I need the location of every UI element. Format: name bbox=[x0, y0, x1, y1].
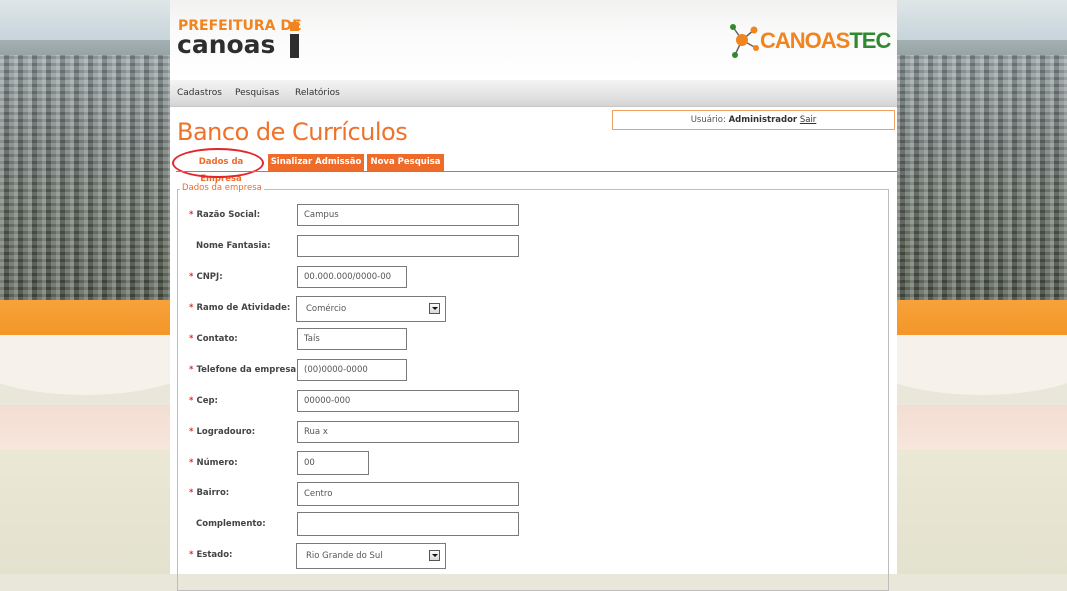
cnpj-input[interactable]: 00.000.000/0000-00 bbox=[297, 266, 407, 288]
tab-divider bbox=[176, 171, 897, 172]
estado-select[interactable]: Rio Grande do Sul bbox=[296, 543, 446, 569]
tab-sinalizar-admissao[interactable]: Sinalizar Admissão bbox=[268, 154, 364, 171]
menu-item-pesquisas[interactable]: Pesquisas bbox=[235, 88, 279, 98]
logradouro-input[interactable]: Rua x bbox=[297, 421, 519, 443]
canoastec-logo-text: CANOASTEC bbox=[760, 28, 891, 53]
telefone-input[interactable]: (00)0000-0000 bbox=[297, 359, 407, 381]
required-marker: * bbox=[189, 210, 194, 220]
required-marker: * bbox=[189, 272, 194, 282]
required-marker: * bbox=[189, 458, 194, 468]
label-nome-fantasia: Nome Fantasia: bbox=[196, 241, 271, 251]
required-marker: * bbox=[189, 365, 194, 375]
user-info-box: Usuário: Administrador Sair bbox=[612, 110, 895, 130]
required-marker: * bbox=[189, 550, 194, 560]
required-marker: * bbox=[189, 396, 194, 406]
tab-dados-empresa[interactable]: Dados da Empresa bbox=[178, 154, 264, 184]
label-cnpj: * CNPJ: bbox=[189, 272, 223, 282]
prefeitura-logo[interactable]: PREFEITURA DE canoas bbox=[177, 18, 302, 62]
label-bairro: * Bairro: bbox=[189, 488, 230, 498]
background-left-panorama bbox=[0, 0, 170, 574]
label-cep: * Cep: bbox=[189, 396, 218, 406]
company-data-fieldset bbox=[177, 189, 889, 591]
label-ramo-atividade: * Ramo de Atividade: bbox=[189, 303, 291, 313]
razao-social-input[interactable]: Campus bbox=[297, 204, 519, 226]
ramo-atividade-select[interactable]: Comércio bbox=[296, 296, 446, 322]
required-marker: * bbox=[189, 488, 194, 498]
main-menu: Cadastros Pesquisas Relatórios bbox=[170, 80, 897, 107]
user-prefix: Usuário: bbox=[690, 115, 726, 125]
page-container: PREFEITURA DE canoas CANOASTEC Cadastros… bbox=[170, 0, 897, 591]
fieldset-legend: Dados da empresa bbox=[180, 183, 264, 193]
required-marker: * bbox=[189, 334, 194, 344]
bairro-input[interactable]: Centro bbox=[297, 482, 519, 506]
background-right-panorama bbox=[896, 0, 1067, 574]
logo-bar-mark bbox=[290, 34, 299, 58]
numero-input[interactable]: 00 bbox=[297, 451, 369, 475]
label-estado: * Estado: bbox=[189, 550, 233, 560]
header: PREFEITURA DE canoas CANOASTEC bbox=[170, 0, 897, 78]
contato-input[interactable]: Taís bbox=[297, 328, 407, 350]
required-marker: * bbox=[189, 303, 194, 313]
logout-link[interactable]: Sair bbox=[800, 115, 816, 125]
user-name: Administrador bbox=[728, 115, 798, 125]
label-contato: * Contato: bbox=[189, 334, 238, 344]
logo-square-mark bbox=[290, 22, 299, 31]
ramo-atividade-value: Comércio bbox=[306, 304, 347, 314]
label-numero: * Número: bbox=[189, 458, 238, 468]
label-complemento: Complemento: bbox=[196, 519, 266, 529]
estado-value: Rio Grande do Sul bbox=[306, 551, 383, 561]
prefeitura-logo-line2: canoas bbox=[177, 30, 276, 59]
required-marker: * bbox=[189, 427, 194, 437]
complemento-input[interactable] bbox=[297, 512, 519, 536]
label-telefone: * Telefone da empresa: bbox=[189, 365, 300, 375]
cep-input[interactable]: 00000-000 bbox=[297, 390, 519, 412]
label-logradouro: * Logradouro: bbox=[189, 427, 256, 437]
label-razao-social: * Razão Social: bbox=[189, 210, 261, 220]
chevron-down-icon[interactable] bbox=[429, 550, 440, 561]
nome-fantasia-input[interactable] bbox=[297, 235, 519, 257]
menu-item-cadastros[interactable]: Cadastros bbox=[177, 88, 222, 98]
page-title: Banco de Currículos bbox=[177, 118, 408, 146]
molecule-icon bbox=[730, 24, 759, 58]
menu-item-relatorios[interactable]: Relatórios bbox=[295, 88, 340, 98]
canoastec-logo[interactable]: CANOASTEC bbox=[726, 20, 891, 62]
tab-nova-pesquisa[interactable]: Nova Pesquisa bbox=[367, 154, 444, 171]
chevron-down-icon[interactable] bbox=[429, 303, 440, 314]
